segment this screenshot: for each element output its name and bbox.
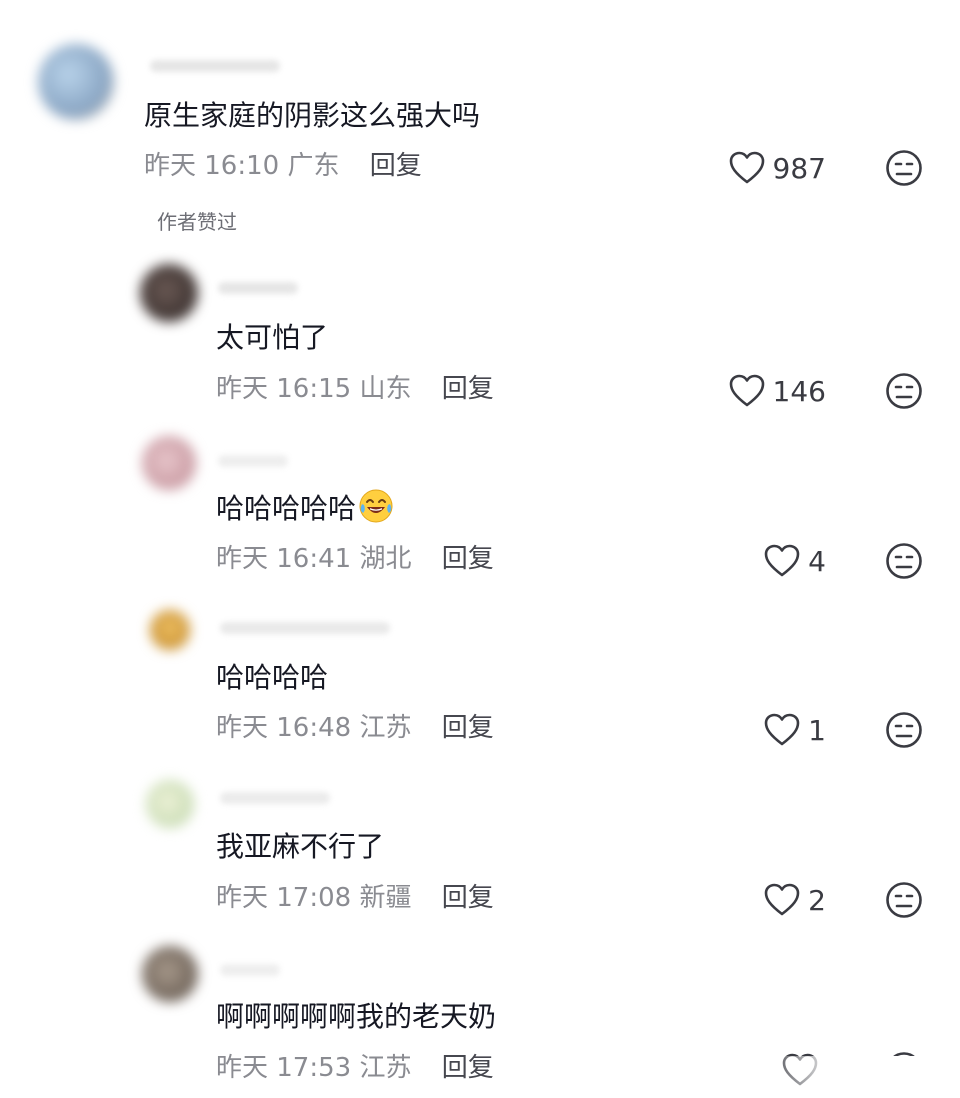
reply-button[interactable]: 回复 — [442, 374, 494, 404]
username-blurred[interactable] — [150, 60, 280, 72]
comment-location: 湖北 — [359, 544, 412, 574]
reply-button[interactable]: 回复 — [442, 1053, 494, 1083]
like-count: 4 — [808, 544, 826, 578]
comment-time: 昨天 17:08 — [216, 883, 352, 913]
username-blurred[interactable] — [218, 455, 288, 467]
comment-time: 昨天 16:15 — [216, 374, 352, 404]
heart-outline-icon — [729, 374, 764, 407]
comment-meta: 昨天 17:08 新疆 回复 — [216, 880, 494, 916]
comment-text: 哈哈哈哈哈 — [216, 488, 394, 529]
reply-button[interactable]: 回复 — [370, 151, 422, 181]
avatar[interactable] — [150, 610, 190, 650]
reply-button[interactable]: 回复 — [442, 883, 494, 913]
neutral-face-icon[interactable] — [884, 880, 924, 920]
laughing-tears-emoji — [359, 489, 393, 523]
username-blurred[interactable] — [220, 622, 390, 634]
heart-outline-icon — [764, 713, 800, 746]
comment-meta: 昨天 17:53 江苏 回复 — [216, 1050, 494, 1086]
comment-text-content: 哈哈哈哈哈 — [216, 492, 357, 525]
like-count: 146 — [772, 374, 826, 408]
comment-meta: 昨天 16:48 江苏 回复 — [216, 710, 494, 746]
comment-location: 江苏 — [359, 1053, 412, 1083]
comment-text: 太可怕了 — [216, 321, 329, 354]
like-button[interactable]: 2 — [762, 876, 826, 924]
comment-location: 山东 — [359, 374, 412, 404]
avatar[interactable] — [142, 946, 198, 1002]
username-blurred[interactable] — [220, 964, 280, 976]
comment-text: 啊啊啊啊啊我的老天奶 — [216, 1000, 497, 1033]
bottom-fade-overlay — [760, 1056, 960, 1098]
neutral-face-icon[interactable] — [884, 710, 924, 750]
heart-outline-icon — [764, 883, 800, 916]
comment-meta: 昨天 16:15 山东 回复 — [216, 371, 494, 407]
comment-location: 江苏 — [359, 713, 412, 743]
reply-button[interactable]: 回复 — [442, 544, 494, 574]
author-liked-badge: 作者赞过 — [157, 210, 237, 234]
heart-outline-icon — [729, 151, 764, 184]
comment-time: 昨天 16:41 — [216, 544, 352, 574]
comment-text: 我亚麻不行了 — [216, 830, 385, 863]
username-blurred[interactable] — [218, 282, 298, 294]
avatar[interactable] — [140, 264, 198, 322]
like-button[interactable]: 987 — [727, 144, 826, 192]
avatar[interactable] — [142, 436, 196, 490]
like-count: 987 — [772, 151, 826, 185]
comment-text: 哈哈哈哈 — [216, 661, 329, 694]
like-count: 1 — [808, 713, 826, 747]
neutral-face-icon[interactable] — [884, 148, 924, 188]
comment-meta: 昨天 16:10 广东 回复 — [144, 148, 422, 184]
comment-time: 昨天 17:53 — [216, 1053, 352, 1083]
comment-time: 昨天 16:10 — [144, 151, 280, 181]
comment-location: 新疆 — [359, 883, 412, 913]
neutral-face-icon[interactable] — [884, 541, 924, 581]
like-button[interactable]: 146 — [727, 367, 826, 415]
comment-location: 广东 — [287, 151, 340, 181]
reply-button[interactable]: 回复 — [442, 713, 494, 743]
heart-outline-icon — [764, 544, 800, 577]
like-button[interactable]: 4 — [762, 537, 826, 585]
like-button[interactable]: 1 — [762, 706, 826, 754]
avatar[interactable] — [38, 44, 114, 120]
like-count: 2 — [808, 883, 826, 917]
avatar[interactable] — [146, 780, 194, 828]
comment-time: 昨天 16:48 — [216, 713, 352, 743]
comment-text: 原生家庭的阴影这么强大吗 — [144, 99, 481, 132]
comment-meta: 昨天 16:41 湖北 回复 — [216, 541, 494, 577]
username-blurred[interactable] — [220, 792, 330, 804]
neutral-face-icon[interactable] — [884, 371, 924, 411]
